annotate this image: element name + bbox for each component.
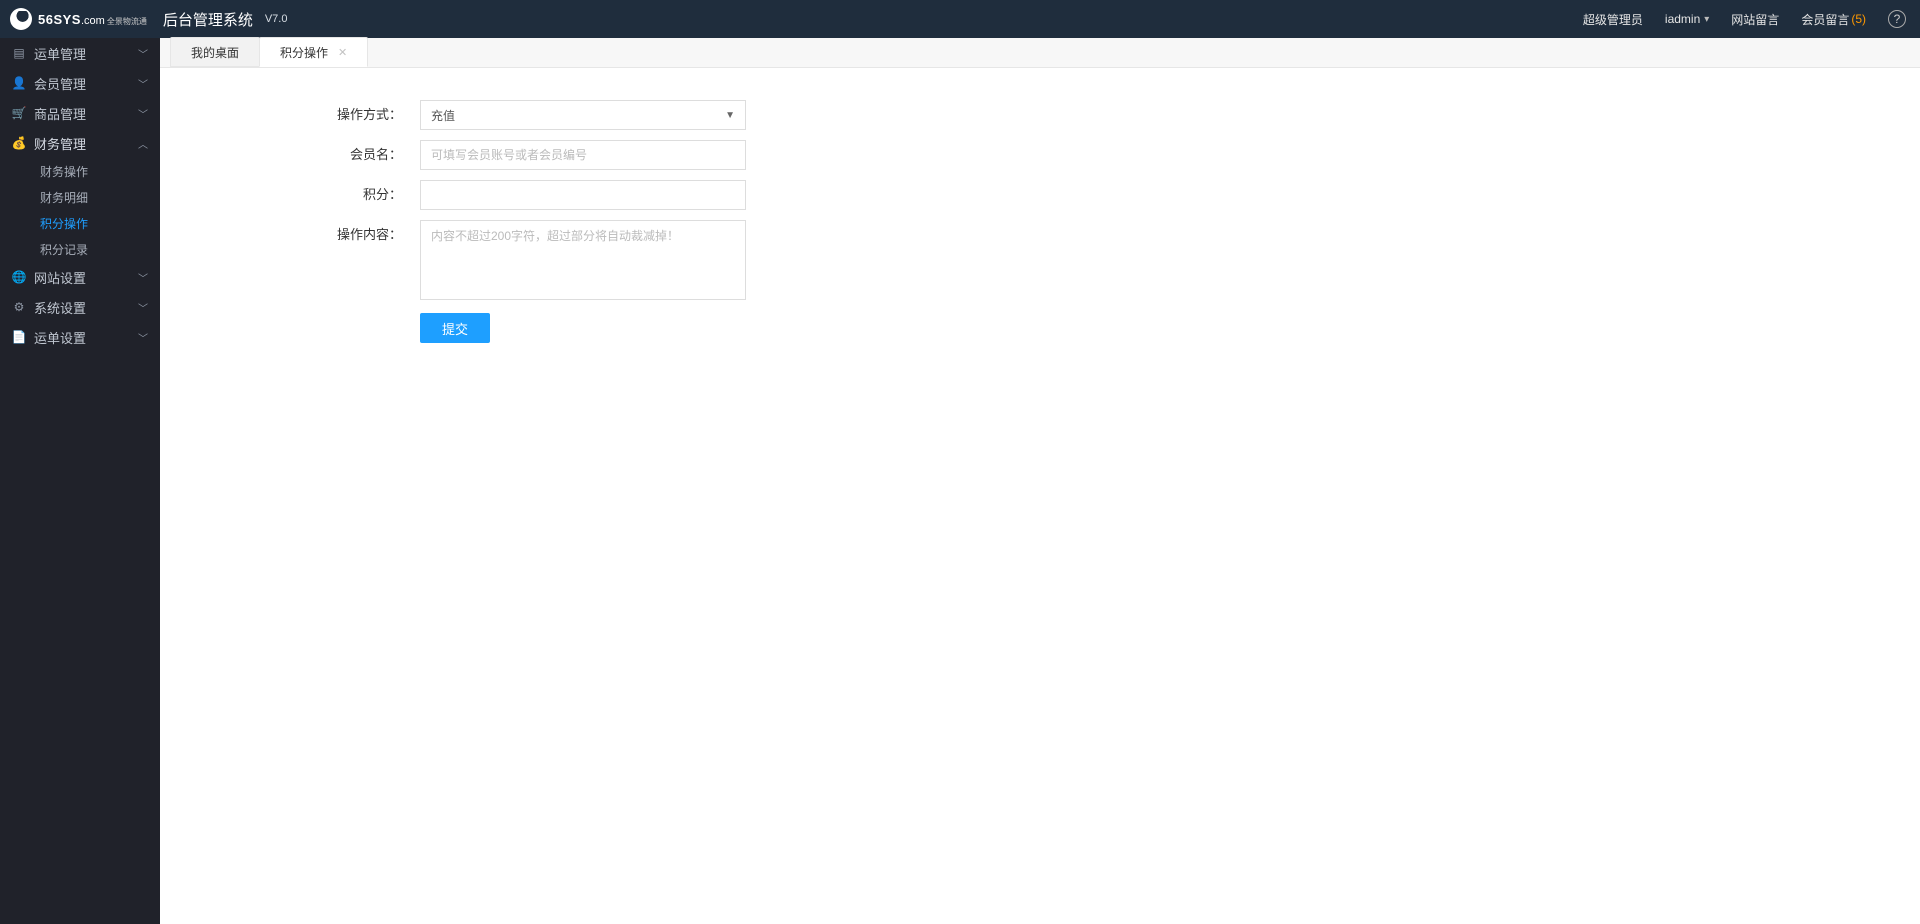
sidebar-subitem-finance-detail[interactable]: 财务明细 <box>0 184 160 210</box>
tab-label: 积分操作 <box>280 44 328 61</box>
sidebar-item-order[interactable]: ▤ 运单管理 ﹀ <box>0 38 160 68</box>
chevron-down-icon: ﹀ <box>138 300 148 315</box>
chevron-down-icon: ▾ <box>1704 14 1709 25</box>
finance-icon: 💰 <box>12 136 26 150</box>
sidebar-item-label: 商品管理 <box>34 104 86 123</box>
sidebar-item-label: 系统设置 <box>34 298 86 317</box>
logo-ext: .com <box>81 15 105 27</box>
site-message-link[interactable]: 网站留言 <box>1731 11 1779 28</box>
user-menu[interactable]: iadmin ▾ <box>1665 12 1709 26</box>
chevron-down-icon: ﹀ <box>138 330 148 345</box>
app-title: 后台管理系统 <box>163 9 253 30</box>
points-input[interactable] <box>420 180 746 210</box>
site-icon: 🌐 <box>12 270 26 284</box>
sidebar-submenu-finance: 财务操作 财务明细 积分操作 积分记录 <box>0 158 160 262</box>
operation-mode-label: 操作方式： <box>280 100 420 130</box>
sidebar-item-waybill[interactable]: 📄 运单设置 ﹀ <box>0 322 160 352</box>
content-textarea[interactable] <box>420 220 746 300</box>
main: 我的桌面 积分操作 ✕ 操作方式： 充值 ▼ <box>160 38 1920 924</box>
waybill-icon: 📄 <box>12 330 26 344</box>
app-version: V7.0 <box>265 13 288 25</box>
logo-area: 56SYS .com 全景物流通 后台管理系统 V7.0 <box>10 8 287 30</box>
sidebar-subitem-finance-op[interactable]: 财务操作 <box>0 158 160 184</box>
help-icon[interactable]: ? <box>1888 10 1906 28</box>
tab-desktop[interactable]: 我的桌面 <box>170 37 260 67</box>
sidebar-item-label: 网站设置 <box>34 268 86 287</box>
sidebar-item-system[interactable]: ⚙ 系统设置 ﹀ <box>0 292 160 322</box>
chevron-up-icon: ︿ <box>138 136 148 151</box>
sidebar-subitem-points-log[interactable]: 积分记录 <box>0 236 160 262</box>
operation-mode-select[interactable]: 充值 ▼ <box>420 100 746 130</box>
header: 56SYS .com 全景物流通 后台管理系统 V7.0 超级管理员 iadmi… <box>0 0 1920 38</box>
sidebar-subitem-points-op[interactable]: 积分操作 <box>0 210 160 236</box>
header-right: 超级管理员 iadmin ▾ 网站留言 会员留言 (5) ? <box>1583 10 1906 28</box>
logo-icon <box>10 8 32 30</box>
sidebar-item-product[interactable]: 🛒 商品管理 ﹀ <box>0 98 160 128</box>
sidebar-item-site[interactable]: 🌐 网站设置 ﹀ <box>0 262 160 292</box>
member-label: 会员名： <box>280 140 420 170</box>
logo-text: 56SYS <box>38 12 81 27</box>
operation-mode-value: 充值 <box>431 107 455 124</box>
tabbar: 我的桌面 积分操作 ✕ <box>160 38 1920 68</box>
system-icon: ⚙ <box>12 300 26 314</box>
chevron-down-icon: ﹀ <box>138 106 148 121</box>
member-message-label: 会员留言 <box>1801 11 1849 28</box>
sidebar-item-finance[interactable]: 💰 财务管理 ︿ <box>0 128 160 158</box>
role-label: 超级管理员 <box>1583 11 1643 28</box>
sidebar-item-label: 运单设置 <box>34 328 86 347</box>
content-label: 操作内容： <box>280 220 420 250</box>
member-message-count: (5) <box>1851 12 1866 26</box>
member-input[interactable] <box>420 140 746 170</box>
close-icon[interactable]: ✕ <box>338 46 347 59</box>
username: iadmin <box>1665 12 1700 26</box>
points-form: 操作方式： 充值 ▼ 会员名： 积分： <box>160 100 920 343</box>
points-label: 积分： <box>280 180 420 210</box>
content: 操作方式： 充值 ▼ 会员名： 积分： <box>160 68 1920 924</box>
sidebar-item-label: 运单管理 <box>34 44 86 63</box>
member-icon: 👤 <box>12 76 26 90</box>
sidebar: ▤ 运单管理 ﹀ 👤 会员管理 ﹀ 🛒 商品管理 ﹀ 💰 财务管理 ︿ <box>0 38 160 924</box>
sidebar-item-member[interactable]: 👤 会员管理 ﹀ <box>0 68 160 98</box>
tab-label: 我的桌面 <box>191 44 239 61</box>
chevron-down-icon: ﹀ <box>138 46 148 61</box>
tab-points-op[interactable]: 积分操作 ✕ <box>259 37 368 67</box>
chevron-down-icon: ﹀ <box>138 76 148 91</box>
product-icon: 🛒 <box>12 106 26 120</box>
submit-button[interactable]: 提交 <box>420 313 490 343</box>
sidebar-item-label: 财务管理 <box>34 134 86 153</box>
chevron-down-icon: ﹀ <box>138 270 148 285</box>
logo-sub: 全景物流通 <box>107 18 147 26</box>
order-icon: ▤ <box>12 46 26 60</box>
sidebar-item-label: 会员管理 <box>34 74 86 93</box>
caret-down-icon: ▼ <box>725 110 735 121</box>
member-message-link[interactable]: 会员留言 (5) <box>1801 11 1866 28</box>
